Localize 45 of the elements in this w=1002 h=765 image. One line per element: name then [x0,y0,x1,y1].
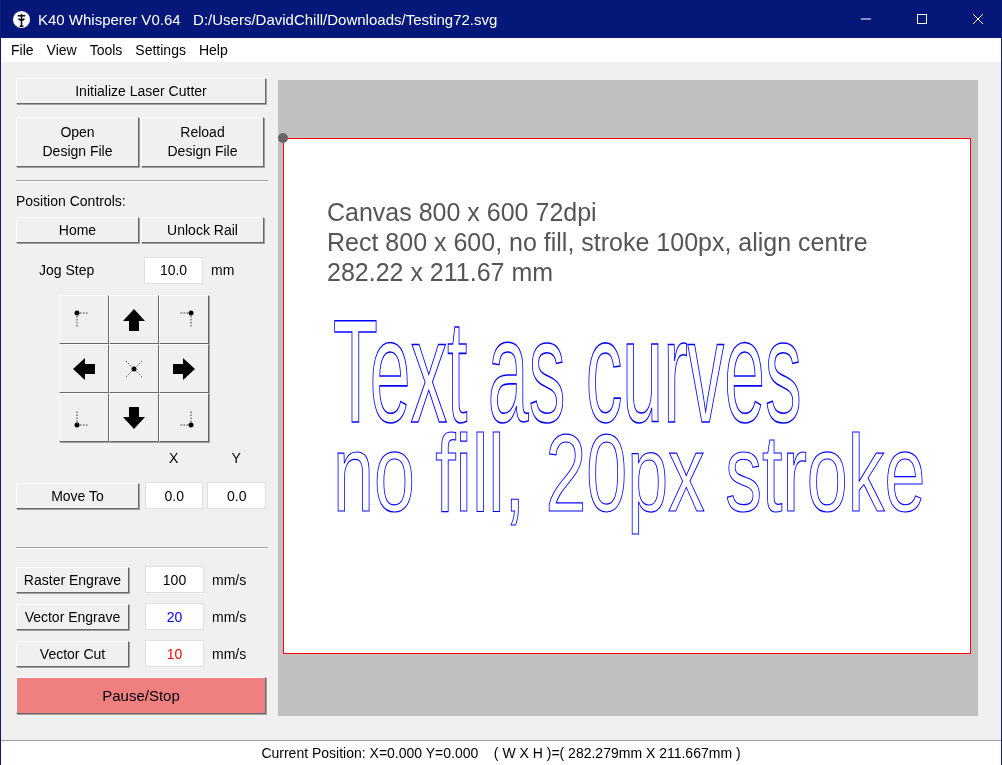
canvas-note: Canvas 800 x 600 72dpi [327,197,598,227]
corner-icon[interactable] [159,295,209,344]
speed-button[interactable]: Raster Engrave [16,566,129,593]
app-logo-icon [12,9,31,29]
menu-item[interactable]: Settings [135,42,186,58]
menu-item[interactable]: View [46,42,77,58]
close-icon[interactable] [972,13,984,25]
initialize-button[interactable]: Initialize Laser Cutter [16,78,266,104]
speed-button[interactable]: Vector Engrave [16,603,129,630]
canvas-note: Rect 800 x 600, no fill, stroke 100px, align centre [327,227,869,257]
pause-stop-button[interactable]: Pause/Stop [16,677,266,714]
x-field[interactable]: 0.0 [144,482,204,509]
menu-item[interactable]: Tools [89,42,123,58]
unit-label: mm/s [212,608,247,625]
design-file-button[interactable]: Reload Design File [141,117,264,167]
outlined-text: no fill, 20px stroke [333,431,926,537]
x-label: X [168,450,180,468]
y-field[interactable]: 0.0 [207,482,266,509]
jog-step-label: Jog Step [38,262,96,278]
speed-field[interactable]: 100 [145,566,204,593]
unit-label: mm/s [212,571,247,588]
speed-button[interactable]: Vector Cut [16,640,129,667]
unit-label: mm [211,262,235,278]
y-label: Y [230,450,242,468]
speed-field[interactable]: 20 [145,603,204,630]
outlined-text: Text as curves [333,316,802,429]
position-button[interactable]: Unlock Rail [141,217,264,243]
speed-field[interactable]: 10 [145,640,204,667]
position-button[interactable]: Home [16,217,139,243]
menu-item[interactable]: File [11,42,34,58]
jog-step-field[interactable]: 10.0 [144,256,203,284]
status-bar: Current Position: X=0.000 Y=0.000 ( W X H )=( 282.279mm X 211.667mm ) [1,740,1001,765]
unit-label: mm/s [212,645,247,662]
window-title: K40 Whisperer V0.64 D:/Users/DavidChill/Downloads/Testing72.svg [38,10,498,28]
maximize-icon[interactable] [916,13,928,25]
center-icon[interactable] [109,344,159,393]
move-to-button[interactable]: Move To [16,482,139,509]
position-controls-label: Position Controls: [16,193,127,209]
design-file-button[interactable]: Open Design File [16,117,139,167]
corner-icon[interactable] [159,393,209,442]
canvas-note: 282.22 x 211.67 mm [327,257,555,287]
origin-dot-icon [278,133,288,143]
corner-icon[interactable] [59,295,109,344]
menu-item[interactable]: Help [198,42,228,58]
corner-icon[interactable] [59,393,109,442]
